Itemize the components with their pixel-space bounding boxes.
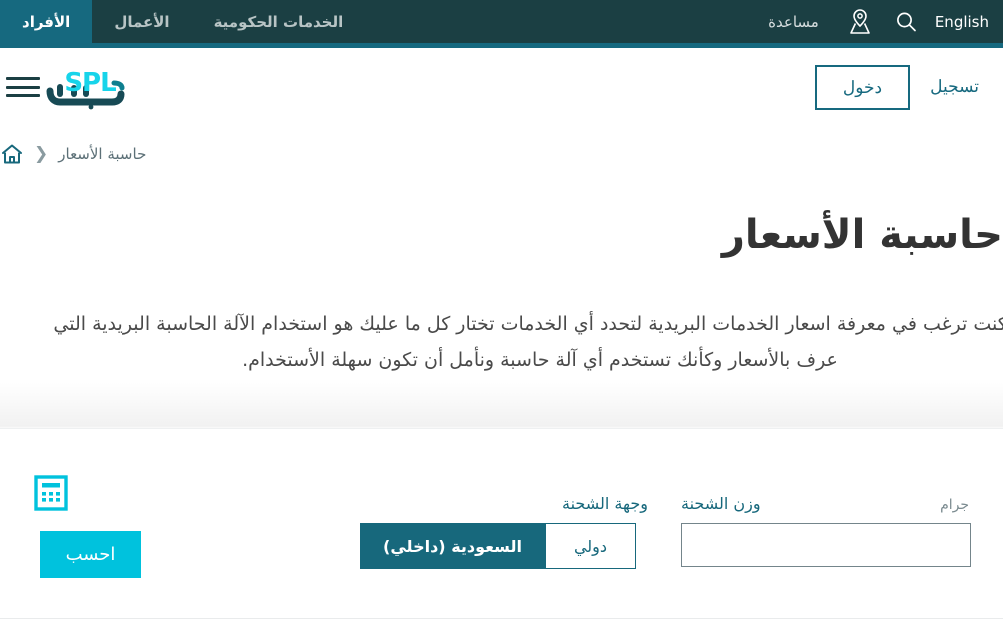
content-card-divider bbox=[0, 428, 1003, 429]
shipment-destination-toggle: السعودية (داخلي) دولي bbox=[360, 523, 648, 569]
breadcrumb-home-link[interactable] bbox=[0, 143, 24, 165]
hamburger-bar-2 bbox=[6, 85, 40, 89]
page-bottom-divider bbox=[0, 618, 1003, 619]
shipment-weight-field-group: وزن الشحنة جرام bbox=[679, 494, 971, 567]
calculator-action-group: احسب bbox=[0, 432, 200, 618]
spl-logo[interactable]: SPL bbox=[44, 61, 140, 113]
top-nav-utilities: مساعدة English bbox=[750, 0, 1003, 43]
content-card-shadow bbox=[0, 382, 1003, 428]
breadcrumb-separator-icon: ❮ bbox=[34, 144, 49, 164]
calculator-icon-wrapper bbox=[34, 475, 68, 511]
register-button[interactable]: تسجيل bbox=[910, 77, 1003, 97]
page-intro-line-2: عرف بالأسعار وكأنك تستخدم أي آلة حاسبة و… bbox=[242, 349, 838, 372]
spl-logo-icon: SPL bbox=[46, 68, 125, 110]
login-button[interactable]: دخول bbox=[814, 64, 911, 110]
top-tab-individuals[interactable]: الأفراد bbox=[0, 0, 93, 43]
top-nav-spacer bbox=[365, 0, 750, 43]
breadcrumb-current-page: حاسبة الأسعار bbox=[58, 145, 147, 163]
top-tab-government-services-label: الخدمات الحكومية bbox=[213, 12, 344, 31]
help-link[interactable]: مساعدة bbox=[750, 13, 837, 31]
price-calculator-form: وزن الشحنة جرام وجهة الشحنة السعودية (دا… bbox=[0, 432, 1003, 618]
hamburger-bar-1 bbox=[6, 77, 40, 80]
shipment-weight-input[interactable] bbox=[681, 523, 971, 567]
home-icon bbox=[2, 144, 22, 164]
search-button[interactable] bbox=[883, 0, 929, 43]
destination-option-international[interactable]: دولي bbox=[545, 523, 636, 569]
page-intro-text: ذا كنت ترغب في معرفة اسعار الخدمات البري… bbox=[0, 306, 1003, 379]
top-tab-business[interactable]: الأعمال bbox=[92, 0, 191, 43]
shipment-destination-label: وجهة الشحنة bbox=[562, 494, 648, 513]
top-tab-individuals-label: الأفراد bbox=[22, 12, 71, 31]
top-tab-government-services[interactable]: الخدمات الحكومية bbox=[192, 0, 366, 43]
svg-text:SPL: SPL bbox=[64, 68, 116, 98]
shipment-weight-unit-label: جرام bbox=[940, 497, 969, 513]
hamburger-bar-3 bbox=[6, 94, 40, 97]
map-pin-icon bbox=[850, 8, 870, 34]
page-intro-line-1: ذا كنت ترغب في معرفة اسعار الخدمات البري… bbox=[53, 313, 1003, 335]
top-tab-business-label: الأعمال bbox=[114, 12, 170, 31]
calculator-icon bbox=[34, 475, 68, 511]
top-navigation-bar: الأفراد الأعمال الخدمات الحكومية مساعدة … bbox=[0, 0, 1003, 43]
top-nav-tabs: الأفراد الأعمال الخدمات الحكومية bbox=[0, 0, 365, 43]
shipment-destination-field-group: وجهة الشحنة السعودية (داخلي) دولي bbox=[352, 494, 648, 569]
search-icon bbox=[896, 12, 916, 31]
calculate-button[interactable]: احسب bbox=[40, 531, 141, 578]
language-switch-link[interactable]: English bbox=[929, 13, 1003, 31]
breadcrumb: ❮ حاسبة الأسعار bbox=[0, 138, 1003, 170]
shipment-weight-label: وزن الشحنة bbox=[681, 494, 761, 513]
shipment-weight-labels: وزن الشحنة جرام bbox=[679, 494, 971, 513]
hamburger-icon[interactable] bbox=[6, 74, 40, 100]
site-header: SPL دخول تسجيل bbox=[0, 48, 1003, 126]
page-title: حاسبة الأسعار bbox=[721, 212, 1003, 258]
location-button[interactable] bbox=[837, 0, 883, 43]
destination-option-domestic[interactable]: السعودية (داخلي) bbox=[360, 523, 545, 569]
